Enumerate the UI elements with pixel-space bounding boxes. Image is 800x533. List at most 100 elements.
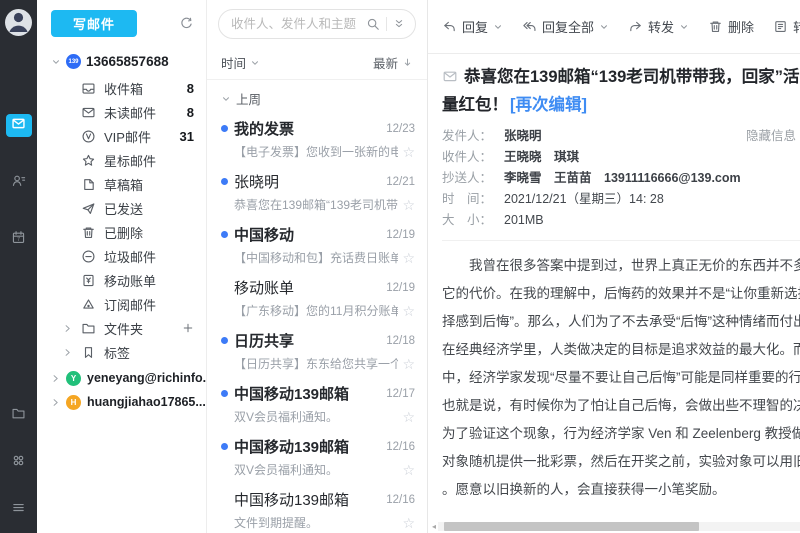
- secondary-accounts: Y yeneyang@richinfo... H huangjiahao1786…: [37, 366, 206, 414]
- toolbar-button[interactable]: 回复: [442, 17, 503, 36]
- email-list-item[interactable]: 中国移动139邮箱 12/16 双V会员福利通知。 ☆: [207, 429, 427, 482]
- scrollbar-thumb[interactable]: [444, 522, 699, 531]
- toolbar-button-icon: [773, 19, 788, 34]
- meta-row: 收件人： 王晓晓 琪琪 隐藏信息: [442, 147, 800, 168]
- folder-item-icon: [81, 129, 96, 144]
- unread-dot: [221, 125, 228, 132]
- folder-item-icon: [81, 153, 96, 168]
- chevron-right-icon[interactable]: [63, 348, 73, 357]
- advanced-search-icon[interactable]: [393, 18, 405, 30]
- star-icon[interactable]: ☆: [402, 463, 415, 477]
- body-text-line: 它的代价。在我的理解中，后悔药的效果并不是“让你重新选择”，而是: [442, 280, 800, 308]
- star-icon[interactable]: ☆: [402, 198, 415, 212]
- star-icon[interactable]: ☆: [402, 145, 415, 159]
- scroll-left-arrow[interactable]: ◂: [432, 523, 436, 531]
- horizontal-scrollbar[interactable]: ◂: [432, 521, 800, 532]
- meta-row: 发件人： 张晓明 隐藏信息: [442, 126, 800, 147]
- mail-subject-line2: 量红包！[再次编辑]: [442, 91, 800, 119]
- contacts-icon: [11, 173, 26, 193]
- folder-item-icon: [81, 345, 96, 360]
- add-folder-icon[interactable]: [182, 322, 206, 334]
- nav-files-button[interactable]: [6, 404, 32, 427]
- folder-item-icon: [81, 273, 96, 288]
- email-date: 12/21: [386, 176, 415, 188]
- nav-calendar-button[interactable]: 7: [6, 228, 32, 251]
- email-list-item[interactable]: 中国移动139邮箱 12/17 双V会员福利通知。 ☆: [207, 376, 427, 429]
- user-avatar[interactable]: [5, 9, 32, 36]
- nav-contacts-button[interactable]: [6, 171, 32, 194]
- email-list-item[interactable]: 我的发票 12/23 【电子发票】您收到一张新的电子发票。 ☆: [207, 111, 427, 164]
- toolbar-button-icon: [708, 19, 723, 34]
- star-icon[interactable]: ☆: [402, 410, 415, 424]
- toolbar-button[interactable]: 删除: [708, 17, 754, 36]
- star-icon[interactable]: ☆: [402, 304, 415, 318]
- refresh-button[interactable]: [179, 16, 194, 31]
- email-list-item[interactable]: 日历共享 12/18 【日历共享】东东给您共享一个名为“活... ☆: [207, 323, 427, 376]
- email-date: 12/23: [386, 123, 415, 135]
- toolbar-button[interactable]: 转笔记: [773, 17, 800, 36]
- sidebar-folder-item[interactable]: 已发送: [37, 196, 206, 220]
- sidebar-folder-item[interactable]: 草稿箱: [37, 172, 206, 196]
- nav-mail-button[interactable]: [6, 114, 32, 137]
- email-date: 12/19: [386, 229, 415, 241]
- group-header-last-week[interactable]: 上周: [207, 80, 427, 111]
- nav-apps-button[interactable]: [6, 451, 32, 474]
- sidebar-folder-item[interactable]: 垃圾邮件: [37, 244, 206, 268]
- sidebar-folder-item[interactable]: VIP邮件 31: [37, 124, 206, 148]
- account-number: 13665857688: [86, 54, 169, 69]
- sidebar-folder-item[interactable]: 文件夹: [37, 316, 206, 340]
- compose-button[interactable]: 写邮件: [51, 10, 137, 37]
- folder-item-label: 已删除: [104, 223, 143, 242]
- edit-again-link[interactable]: [再次编辑]: [510, 96, 587, 114]
- sidebar-folder-item[interactable]: 标签: [37, 340, 206, 364]
- apps-icon: [11, 453, 26, 473]
- folder-unread-count: 31: [180, 129, 206, 144]
- sort-field-dropdown[interactable]: 时间: [221, 53, 260, 72]
- primary-account-row[interactable]: 139 13665857688: [37, 37, 206, 76]
- sidebar-folder-item[interactable]: 订阅邮件: [37, 292, 206, 316]
- email-list-item[interactable]: 中国移动 12/19 【中国移动和包】充话费日账单已送到 ... ☆: [207, 217, 427, 270]
- toolbar-button-icon: [628, 19, 643, 34]
- folder-item-label: 草稿箱: [104, 175, 143, 194]
- toolbar-button[interactable]: 回复全部: [522, 17, 609, 36]
- email-list-item[interactable]: 张晓明 12/21 恭喜您在139邮箱“139老司机带带我... ☆: [207, 164, 427, 217]
- email-sender: 中国移动139邮箱: [234, 436, 380, 457]
- toolbar-button-icon: [442, 19, 457, 34]
- secondary-account-row[interactable]: Y yeneyang@richinfo...: [37, 366, 206, 390]
- star-icon[interactable]: ☆: [402, 251, 415, 265]
- email-list-item[interactable]: 移动账单 12/19 【广东移动】您的11月积分账单已送达 ... ☆: [207, 270, 427, 323]
- nav-menu-button[interactable]: [6, 498, 32, 521]
- sidebar-folder-item[interactable]: 未读邮件 8: [37, 100, 206, 124]
- chevron-right-icon[interactable]: [63, 324, 73, 333]
- email-snippet: 【广东移动】您的11月积分账单已送达 ...: [234, 302, 398, 319]
- sidebar-folder-item[interactable]: 收件箱 8: [37, 76, 206, 100]
- search-icon[interactable]: [366, 17, 380, 31]
- star-icon[interactable]: ☆: [402, 516, 415, 530]
- secondary-account-row[interactable]: H huangjiahao17865...: [37, 390, 206, 414]
- sidebar-folder-item[interactable]: 星标邮件: [37, 148, 206, 172]
- search-input[interactable]: [231, 17, 360, 31]
- sort-order-toggle[interactable]: 最新: [373, 53, 413, 72]
- account-avatar: Y: [66, 371, 81, 386]
- account-139-badge: 139: [66, 54, 81, 69]
- meta-row: 抄送人： 李晓雪 王苗苗 13911116666@139.com 隐藏信息: [442, 168, 800, 189]
- hide-info-link[interactable]: 隐藏信息: [746, 126, 800, 147]
- mail-toolbar: 回复 回复全部 转发: [428, 0, 800, 54]
- email-snippet: 双V会员福利通知。: [234, 461, 398, 478]
- mail-content-view: 恭喜您在139邮箱“139老司机带带我，回家”活动抽中500M流 量红包！[再次…: [428, 54, 800, 533]
- mail-subject: 恭喜您在139邮箱“139老司机带带我，回家”活动抽中500M流: [442, 63, 800, 91]
- meta-value: 王晓晓 琪琪: [504, 147, 579, 168]
- sidebar-folder-item[interactable]: 已删除: [37, 220, 206, 244]
- folder-sidebar: 写邮件 139 13665857688 收件箱 8: [37, 0, 207, 533]
- unread-dot: [221, 390, 228, 397]
- star-icon[interactable]: ☆: [402, 357, 415, 371]
- email-list-item[interactable]: 中国移动139邮箱 12/16 文件到期提醒。 ☆: [207, 482, 427, 533]
- search-box: [218, 9, 416, 39]
- chevron-down-icon: [599, 22, 609, 32]
- meta-label: 时 间：: [442, 189, 504, 210]
- email-snippet: 【中国移动和包】充话费日账单已送到 ...: [234, 249, 398, 266]
- toolbar-button[interactable]: 转发: [628, 17, 689, 36]
- scrollbar-track[interactable]: [438, 522, 800, 531]
- sidebar-folder-item[interactable]: 移动账单: [37, 268, 206, 292]
- unread-dot: [221, 231, 228, 238]
